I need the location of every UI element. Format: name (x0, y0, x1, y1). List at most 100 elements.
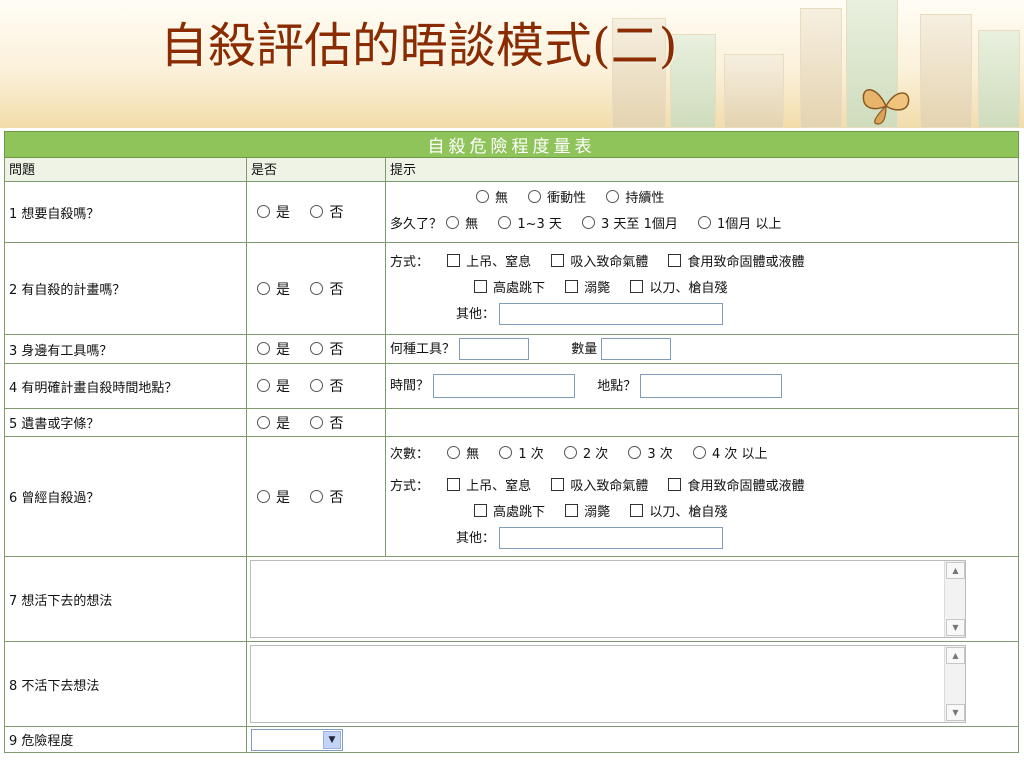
suicide-risk-form: 自殺危險程度量表 問題 是否 提示 1 想要自殺嗎？ 是 否 無 衝動性 持續性… (4, 131, 1019, 753)
method-jump-checkbox[interactable]: 高處跳下 (474, 276, 545, 302)
time-input[interactable] (433, 374, 576, 398)
radio-icon (476, 190, 489, 203)
no-radio[interactable]: 否 (310, 279, 343, 299)
column-header-question: 問題 (4, 157, 247, 182)
count-label: 次數： (390, 446, 430, 462)
place-input[interactable] (640, 374, 783, 398)
method-gas-checkbox[interactable]: 吸入致命氣體 (551, 474, 648, 500)
count-none-radio[interactable]: 無 (447, 442, 479, 468)
radio-icon (499, 445, 513, 459)
hint-cell (385, 408, 1019, 437)
impulsive-radio[interactable]: 衝動性 (528, 186, 586, 212)
scrollbar[interactable]: ▲ ▼ (944, 646, 965, 722)
yes-no-group: 是 否 (246, 334, 386, 364)
radio-icon (606, 190, 620, 203)
duration-over-1-month-radio[interactable]: 1個月 以上 (697, 212, 781, 238)
radio-icon (257, 281, 270, 295)
persistent-radio[interactable]: 持續性 (606, 186, 664, 212)
checkbox-icon (668, 477, 682, 491)
yes-radio[interactable]: 是 (257, 376, 290, 396)
impulse-none-radio[interactable]: 無 (476, 186, 508, 212)
yes-radio[interactable]: 是 (257, 413, 290, 433)
scrollbar[interactable]: ▲ ▼ (944, 561, 965, 637)
checkbox-icon (565, 503, 579, 517)
checkbox-icon (565, 279, 579, 293)
method-drowning-checkbox[interactable]: 溺斃 (565, 276, 610, 302)
checkbox-icon (447, 253, 461, 267)
tool-label: 何種工具？ (390, 341, 456, 357)
scroll-up-icon[interactable]: ▲ (946, 647, 965, 664)
method-jump-checkbox[interactable]: 高處跳下 (474, 500, 545, 526)
radio-icon (528, 190, 542, 203)
radio-icon (310, 342, 324, 355)
radio-icon (692, 445, 706, 459)
radio-icon (563, 445, 577, 459)
place-label: 地點？ (597, 378, 637, 394)
checkbox-icon (551, 253, 565, 267)
yes-no-group: 是 否 (246, 363, 386, 409)
yes-radio[interactable]: 是 (257, 202, 290, 222)
count-4-plus-radio[interactable]: 4 次 以上 (692, 442, 768, 468)
method-drowning-checkbox[interactable]: 溺斃 (565, 500, 610, 526)
method-ingestion-checkbox[interactable]: 食用致命固體或液體 (668, 474, 804, 500)
yes-radio[interactable]: 是 (257, 279, 290, 299)
other-method-input[interactable] (499, 527, 724, 549)
radio-icon (257, 205, 270, 218)
other-method-input[interactable] (499, 303, 724, 325)
count-3-radio[interactable]: 3 次 (628, 442, 673, 468)
method-hanging-checkbox[interactable]: 上吊、窒息 (447, 250, 531, 276)
form-title: 自殺危險程度量表 (4, 131, 1019, 158)
method-label: 方式： (390, 254, 430, 270)
reasons-to-live-cell: ▲ ▼ (246, 556, 1019, 642)
column-header-hint: 提示 (385, 157, 1019, 182)
no-radio[interactable]: 否 (310, 413, 343, 433)
method-ingestion-checkbox[interactable]: 食用致命固體或液體 (668, 250, 804, 276)
quantity-label: 數量 (571, 341, 598, 357)
method-gas-checkbox[interactable]: 吸入致命氣體 (551, 250, 648, 276)
method-weapon-checkbox[interactable]: 以刀、槍自殘 (630, 276, 727, 302)
radio-icon (257, 489, 270, 503)
other-label: 其他： (456, 306, 496, 322)
yes-radio[interactable]: 是 (257, 487, 290, 507)
quantity-input[interactable] (601, 338, 672, 361)
title-banner: 自殺評估的晤談模式(二) (0, 0, 1024, 128)
count-1-radio[interactable]: 1 次 (499, 442, 544, 468)
risk-level-select[interactable]: ▼ (251, 728, 343, 751)
scroll-down-icon[interactable]: ▼ (946, 704, 965, 721)
question-label: 8 不活下去想法 (4, 641, 247, 727)
radio-icon (628, 445, 642, 459)
checkbox-icon (630, 279, 644, 293)
no-radio[interactable]: 否 (310, 202, 343, 222)
reasons-to-live-textarea[interactable]: ▲ ▼ (250, 560, 966, 638)
checkbox-icon (630, 503, 644, 517)
duration-none-radio[interactable]: 無 (446, 212, 478, 238)
reasons-not-to-live-cell: ▲ ▼ (246, 641, 1019, 727)
column-header-yes-no: 是否 (246, 157, 386, 182)
no-radio[interactable]: 否 (310, 487, 343, 507)
radio-icon (257, 415, 270, 429)
yes-no-group: 是 否 (246, 242, 386, 335)
method-hanging-checkbox[interactable]: 上吊、窒息 (447, 474, 531, 500)
hint-cell: 次數： 無 1 次 2 次 3 次 4 次 以上 方式： 上吊、窒息 吸入致命氣… (385, 436, 1019, 557)
building-graphic (920, 14, 972, 128)
reasons-not-to-live-textarea[interactable]: ▲ ▼ (250, 645, 966, 723)
building-graphic (978, 30, 1020, 128)
yes-no-group: 是 否 (246, 181, 386, 243)
no-radio[interactable]: 否 (310, 376, 343, 396)
duration-3-days-1-month-radio[interactable]: 3 天至 1個月 (582, 212, 678, 238)
yes-no-group: 是 否 (246, 408, 386, 437)
method-weapon-checkbox[interactable]: 以刀、槍自殘 (630, 500, 727, 526)
duration-label: 多久了？ (390, 217, 443, 232)
count-2-radio[interactable]: 2 次 (563, 442, 608, 468)
scroll-down-icon[interactable]: ▼ (946, 619, 965, 636)
scroll-up-icon[interactable]: ▲ (946, 562, 965, 579)
yes-radio[interactable]: 是 (257, 339, 290, 359)
radio-icon (310, 415, 324, 429)
yes-no-group: 是 否 (246, 436, 386, 557)
duration-1-3-days-radio[interactable]: 1~3 天 (498, 212, 562, 238)
butterfly-icon (862, 89, 910, 125)
no-radio[interactable]: 否 (310, 339, 343, 359)
question-label: 9 危險程度 (4, 726, 247, 753)
tool-input[interactable] (459, 338, 530, 361)
radio-icon (310, 489, 324, 503)
